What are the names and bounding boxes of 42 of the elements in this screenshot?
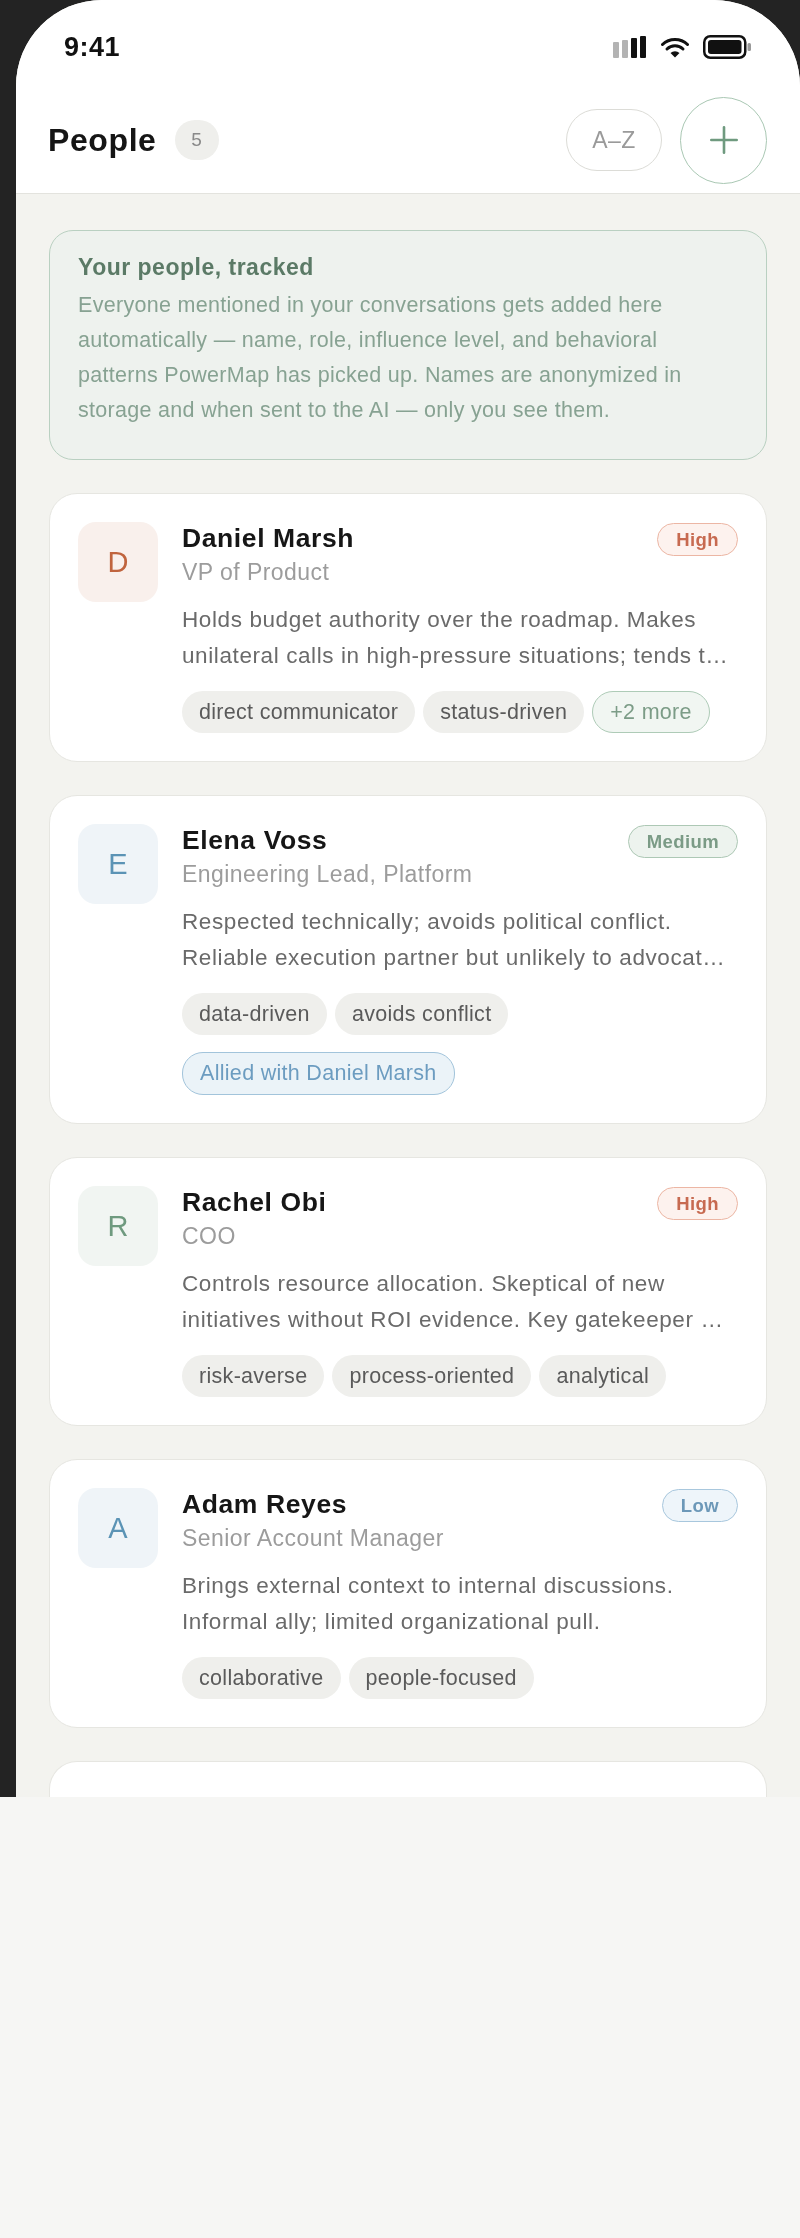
avatar-initial: D [78,522,158,602]
person-name: Adam Reyes [182,1488,349,1520]
person-role: VP of Product [182,558,331,587]
person-summary: Holds budget authority over the roadmap. Makes unilateral calls in high-pressure situations; tends t… [182,606,730,670]
person-name: Daniel Marsh [182,522,355,554]
plus-icon [709,126,738,154]
influence-badge: High [657,523,738,556]
influence-badge: Medium [627,825,738,858]
info-title: Your people, tracked [78,253,315,282]
trait-tag: people-focused [348,1657,534,1699]
trait-tag: analytical [539,1355,666,1397]
trait-tag: risk-averse [182,1355,325,1397]
person-summary: Respected technically; avoids political conflict. Reliable execution partner but unlikely to advocat… [182,908,727,972]
person-card[interactable]: A Adam Reyes Senior Account Manager Low Brings external context to internal discussions. Informal ally; limited organizational pull. collaborative people-focused [49,1459,767,1728]
trait-tag: data-driven [182,993,327,1035]
person-role: Engineering Lead, Platform [182,860,473,889]
info-text: Everyone mentioned in your conversations gets added here automatically — name, role, influence level, and behavioral patterns PowerMap has picked up. Names are anonymized in storage and when sent to the AI — only you see them. [78,292,683,424]
status-time: 9:41 [64,31,121,63]
person-card[interactable] [49,795,767,1124]
avatar-initial: A [78,1488,158,1568]
person-role: COO [182,1222,237,1251]
page-title: People [48,121,157,159]
trait-tag: direct communicator [182,691,416,733]
trait-tag: process-oriented [332,1355,532,1397]
person-name: Rachel Obi [182,1186,327,1218]
person-summary: Controls resource allocation. Skeptical of new initiatives without ROI evidence. Key gatekeeper … [182,1270,725,1334]
person-card[interactable]: D Daniel Marsh VP of Product High Holds budget authority over the roadmap. Makes unilateral calls in high-pressure situations; tends t… direct communicator status-driven +2 more [49,493,767,762]
influence-badge: Low [661,1489,738,1522]
wifi-icon [661,36,689,58]
person-name: Elena Voss [182,824,329,856]
count-badge: 5 [174,120,219,160]
influence-badge: High [657,1187,738,1220]
person-summary: Brings external context to internal discussions. Informal ally; limited organizational pull. [182,1572,675,1636]
battery-icon [703,35,751,59]
trait-tag: collaborative [182,1657,341,1699]
avatar-initial: E [78,824,158,904]
person-role: Senior Account Manager [182,1524,444,1553]
trait-tag: avoids conflict [334,993,509,1035]
avatar-initial: R [78,1186,158,1266]
person-card[interactable]: R Rachel Obi COO High Controls resource allocation. Skeptical of new initiatives without ROI evidence. Key gatekeeper … risk-averse process-oriented analytical [49,1157,767,1426]
signal-icon [613,36,647,58]
trait-tag: status-driven [423,691,585,733]
